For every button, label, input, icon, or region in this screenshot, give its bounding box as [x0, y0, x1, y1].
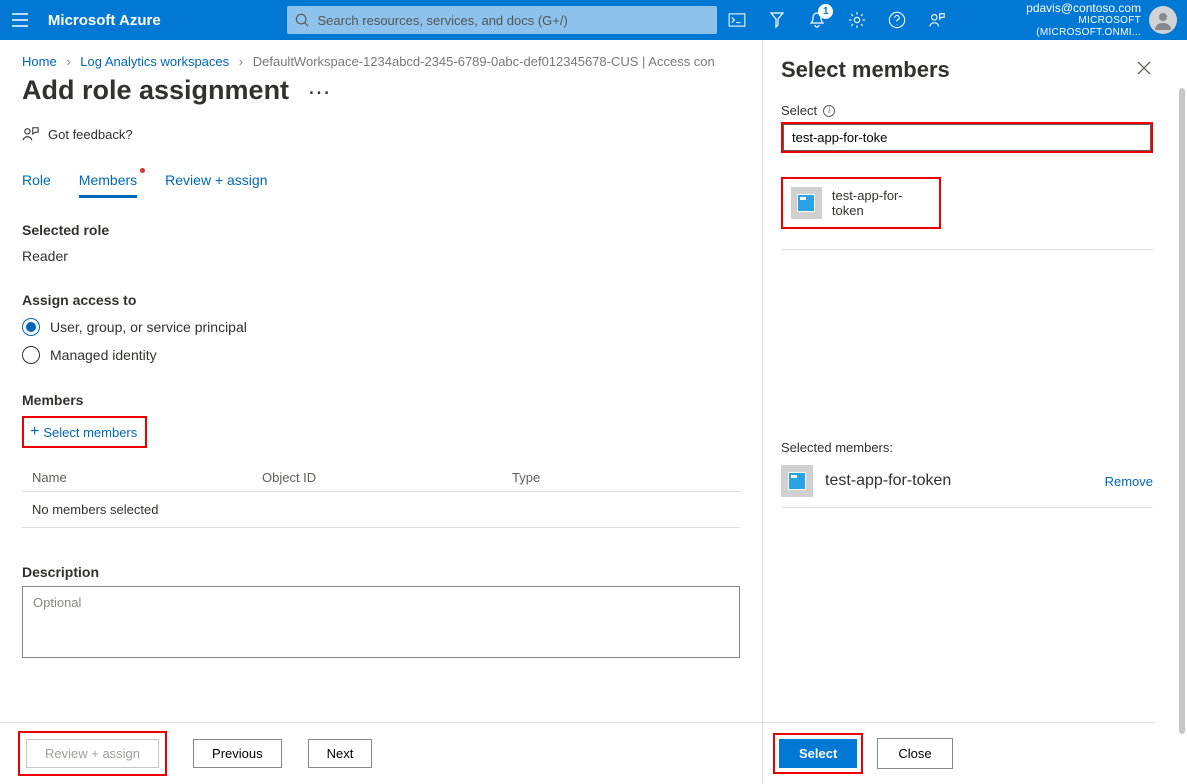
- breadcrumb: Home › Log Analytics workspaces › Defaul…: [0, 40, 762, 75]
- panel-title: Select members: [781, 57, 950, 83]
- main-content: Home › Log Analytics workspaces › Defaul…: [0, 40, 762, 784]
- tab-members[interactable]: Members: [79, 172, 137, 198]
- radio-principal-label: User, group, or service principal: [50, 319, 247, 335]
- description-input[interactable]: [31, 593, 731, 651]
- settings-button[interactable]: [837, 0, 877, 40]
- breadcrumb-tail: DefaultWorkspace-1234abcd-2345-6789-0abc…: [253, 54, 715, 69]
- notification-badge: 1: [818, 4, 833, 19]
- selected-member-row: test-app-for-token Remove: [763, 455, 1171, 497]
- top-bar: Microsoft Azure 1 pdavis@contoso.com MIC…: [0, 0, 1187, 40]
- remove-member-link[interactable]: Remove: [1105, 474, 1153, 489]
- search-icon: [295, 13, 309, 27]
- select-field-label: Select i: [781, 103, 835, 118]
- breadcrumb-home[interactable]: Home: [22, 54, 57, 69]
- filter-icon: [769, 11, 785, 29]
- attention-dot-icon: [140, 168, 145, 173]
- tabs: Role Members Review + assign: [0, 150, 762, 198]
- cloud-shell-button[interactable]: [717, 0, 757, 40]
- result-name: test-app-for-token: [832, 188, 931, 218]
- radio-mi-label: Managed identity: [50, 347, 157, 363]
- user-directory: MICROSOFT (MICROSOFT.ONMI...: [971, 15, 1141, 38]
- app-icon: [781, 465, 813, 497]
- avatar-icon: [1153, 10, 1173, 30]
- panel-select-button[interactable]: Select: [779, 739, 857, 768]
- assign-access-label: Assign access to: [22, 292, 740, 308]
- page-title: Add role assignment: [22, 75, 289, 106]
- avatar: [1149, 6, 1177, 34]
- chevron-right-icon: ›: [233, 54, 249, 69]
- review-assign-button[interactable]: Review + assign: [26, 739, 159, 768]
- tab-role[interactable]: Role: [22, 172, 51, 198]
- members-empty-row: No members selected: [22, 492, 740, 528]
- global-search[interactable]: [287, 6, 717, 34]
- scrollbar[interactable]: [1179, 88, 1185, 734]
- radio-icon-unselected: [22, 346, 40, 364]
- column-name: Name: [22, 470, 262, 485]
- description-label: Description: [22, 564, 740, 580]
- panel-close-button[interactable]: Close: [877, 738, 952, 769]
- app-icon: [791, 187, 822, 219]
- brand-label[interactable]: Microsoft Azure: [48, 12, 278, 29]
- notifications-button[interactable]: 1: [797, 0, 837, 40]
- selected-role-value: Reader: [22, 248, 740, 264]
- next-button[interactable]: Next: [308, 739, 373, 768]
- selected-member-name: test-app-for-token: [825, 472, 951, 490]
- selected-role-label: Selected role: [22, 222, 740, 238]
- chevron-right-icon: ›: [60, 54, 76, 69]
- select-members-link[interactable]: + Select members: [22, 416, 147, 448]
- panel-footer: Select Close: [763, 722, 1155, 784]
- feedback-button[interactable]: Got feedback?: [0, 108, 762, 150]
- plus-icon: +: [30, 424, 39, 440]
- tab-review-assign[interactable]: Review + assign: [165, 172, 267, 198]
- feedback-button[interactable]: [917, 0, 957, 40]
- selected-members-label: Selected members:: [763, 440, 1171, 455]
- page-footer: Review + assign Previous Next: [0, 722, 762, 784]
- page-more-button[interactable]: …: [307, 82, 331, 100]
- cloud-shell-icon: [728, 13, 746, 27]
- feedback-label: Got feedback?: [48, 127, 133, 142]
- select-search-input[interactable]: [783, 124, 895, 151]
- description-field[interactable]: [22, 586, 740, 658]
- info-icon[interactable]: i: [823, 105, 835, 117]
- breadcrumb-workspaces[interactable]: Log Analytics workspaces: [80, 54, 229, 69]
- members-table-header: Name Object ID Type: [22, 470, 740, 492]
- members-label: Members: [22, 392, 740, 408]
- radio-principal[interactable]: User, group, or service principal: [22, 318, 740, 336]
- close-icon: [1137, 61, 1151, 75]
- column-type: Type: [512, 470, 740, 485]
- column-object-id: Object ID: [262, 470, 512, 485]
- radio-managed-identity[interactable]: Managed identity: [22, 346, 740, 364]
- global-search-input[interactable]: [315, 12, 709, 29]
- gear-icon: [848, 11, 866, 29]
- person-feedback-icon: [22, 126, 40, 142]
- select-members-panel: Select members Select i test-app: [762, 40, 1187, 784]
- radio-icon-selected: [22, 318, 40, 336]
- help-icon: [888, 11, 906, 29]
- previous-button[interactable]: Previous: [193, 739, 282, 768]
- person-feedback-icon: [928, 11, 946, 29]
- hamburger-icon: [12, 13, 28, 27]
- search-result-item[interactable]: test-app-for-token: [781, 177, 941, 229]
- help-button[interactable]: [877, 0, 917, 40]
- user-email: pdavis@contoso.com: [971, 2, 1141, 16]
- user-account-button[interactable]: pdavis@contoso.com MICROSOFT (MICROSOFT.…: [957, 0, 1187, 40]
- close-panel-button[interactable]: [1129, 54, 1159, 85]
- directories-button[interactable]: [757, 0, 797, 40]
- hamburger-menu-button[interactable]: [0, 0, 40, 40]
